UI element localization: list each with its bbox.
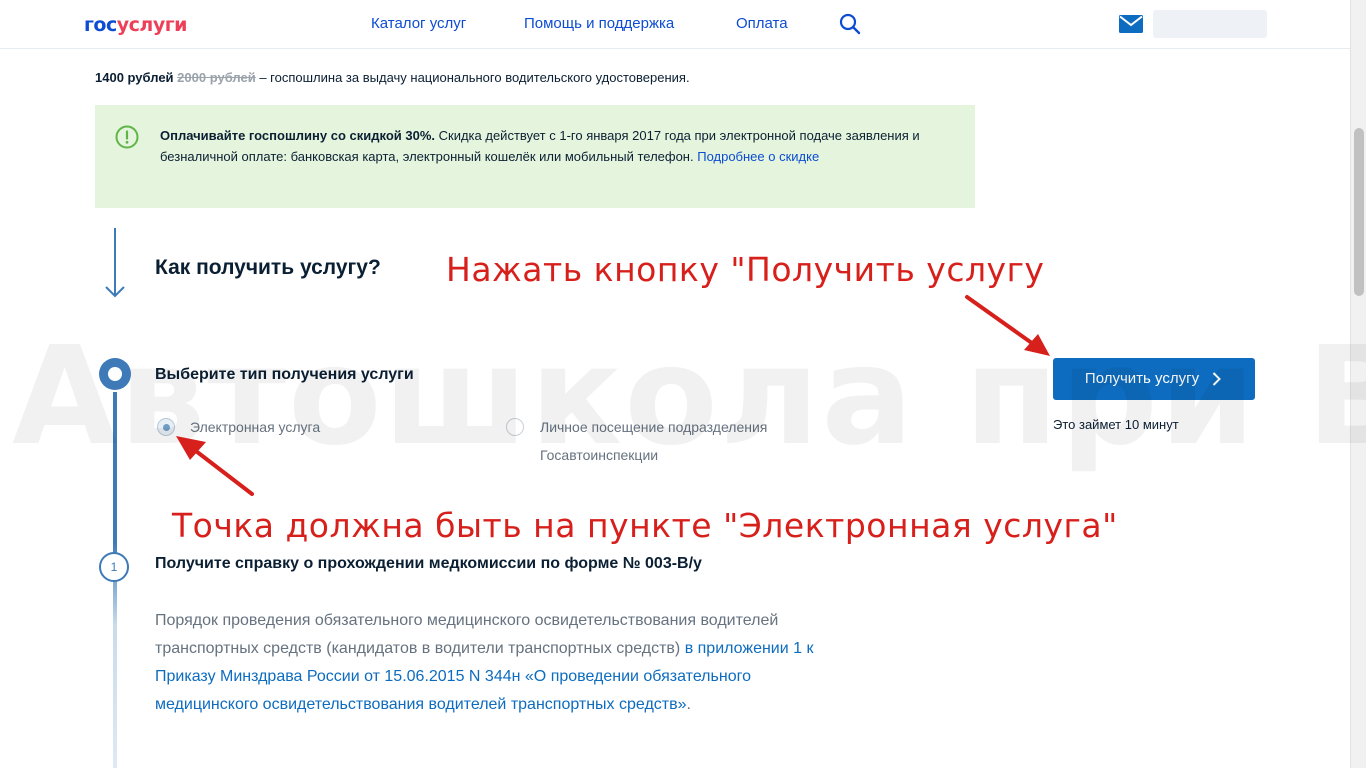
radio-electronic-service[interactable] <box>157 418 175 436</box>
radio-electronic-label[interactable]: Электронная услуга <box>190 413 320 441</box>
fee-price: 1400 рублей <box>95 70 174 85</box>
fee-old-price: 2000 рублей <box>177 70 256 85</box>
search-icon[interactable] <box>838 12 862 36</box>
discount-text: Оплачивайте госпошлину со скидкой 30%. С… <box>160 125 920 167</box>
top-header: госуслуги Каталог услуг Помощь и поддерж… <box>0 0 1350 49</box>
nav-help-link[interactable]: Помощь и поддержка <box>524 15 674 32</box>
chevron-right-icon <box>1212 372 1221 386</box>
step-1-tail: . <box>686 696 691 713</box>
get-service-label: Получить услугу <box>1084 370 1200 387</box>
fee-line: 1400 рублей 2000 рублей – госпошлина за … <box>95 70 690 85</box>
get-service-button[interactable]: Получить услугу <box>1053 358 1255 400</box>
nav-catalog-link[interactable]: Каталог услуг <box>371 15 466 32</box>
arrow-down-icon <box>105 228 125 298</box>
radio-personal-label-line1[interactable]: Личное посещение подразделения <box>540 413 767 441</box>
annotation-arrow-to-button-icon <box>965 295 1050 356</box>
nav-payment-link[interactable]: Оплата <box>736 15 788 32</box>
user-profile-button[interactable] <box>1153 10 1267 38</box>
step-1-title: Получите справку о прохождении медкомисс… <box>155 555 702 572</box>
step-1-description: Порядок проведения обязательного медицин… <box>155 607 855 719</box>
step-1-marker: 1 <box>99 552 129 582</box>
time-estimate-note: Это займет 10 минут <box>1053 417 1179 432</box>
logo-part-uslugi: услуги <box>116 14 188 36</box>
annotation-select-electronic: Точка должна быть на пункте "Электронная… <box>172 506 1118 545</box>
discount-info-box: Оплачивайте госпошлину со скидкой 30%. С… <box>95 105 975 208</box>
scrollbar-thumb[interactable] <box>1354 128 1364 296</box>
annotation-press-button: Нажать кнопку "Получить услугу <box>446 250 1045 289</box>
logo-part-gos: гос <box>84 14 117 36</box>
discount-more-link[interactable]: Подробнее о скидке <box>697 149 819 164</box>
radio-personal-visit[interactable] <box>506 418 524 436</box>
exclamation-circle-icon <box>115 125 139 149</box>
page-scrollbar[interactable] <box>1350 0 1366 768</box>
radio-personal-label-line2[interactable]: Госавтоинспекции <box>540 441 658 469</box>
discount-bold: Оплачивайте госпошлину со скидкой 30%. <box>160 128 436 143</box>
fee-description: – госпошлина за выдачу национального вод… <box>255 70 690 85</box>
step-choose-marker <box>99 358 131 390</box>
how-to-get-title: Как получить услугу? <box>155 256 381 279</box>
choose-type-title: Выберите тип получения услуги <box>155 366 414 383</box>
mail-icon[interactable] <box>1119 15 1143 33</box>
gosuslugi-logo[interactable]: госуслуги <box>84 14 187 36</box>
